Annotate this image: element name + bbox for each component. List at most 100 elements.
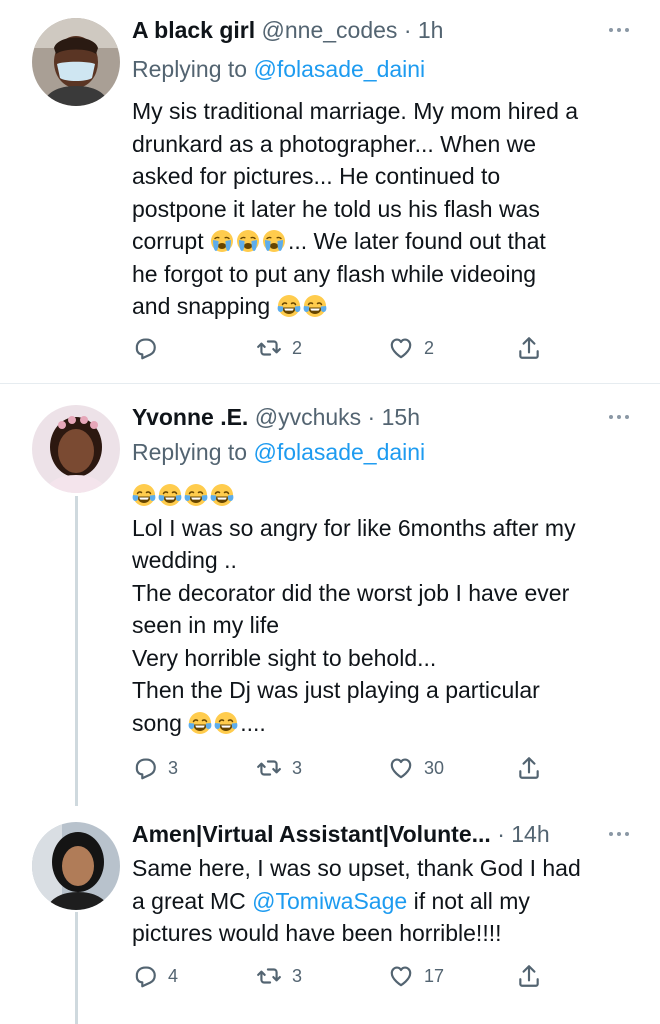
retweet-icon — [256, 335, 282, 361]
text-line-with-emoji: corrupt ... We later found out that — [132, 225, 642, 258]
text-line: seen in my life — [132, 612, 280, 638]
laughing-emoji-icon — [210, 483, 234, 507]
retweet-button[interactable]: 3 — [256, 752, 302, 784]
avatar[interactable] — [32, 405, 120, 493]
text-fragment: if not all my — [413, 887, 530, 914]
reply-button[interactable] — [132, 332, 168, 364]
text-line: Lol I was so angry for like 6months afte… — [132, 514, 576, 541]
mention-link[interactable]: @folasade_daini — [253, 439, 425, 465]
laughing-emoji-icon — [303, 294, 327, 318]
like-button[interactable]: 2 — [388, 332, 434, 364]
text-line-with-mention: a great MC @TomiwaSage if not all my — [132, 885, 642, 918]
text-line: he forgot to put any flash while videoin… — [132, 260, 537, 287]
like-button[interactable]: 17 — [388, 960, 444, 992]
retweet-count: 2 — [292, 337, 303, 358]
retweet-button[interactable]: 3 — [256, 960, 302, 992]
share-icon — [516, 335, 542, 361]
tweet-actions: 2 2 — [132, 332, 552, 364]
more-icon[interactable] — [604, 816, 634, 852]
author-name[interactable]: Yvonne .E. — [132, 404, 248, 430]
share-button[interactable] — [516, 960, 542, 992]
laughing-emoji-icon — [277, 294, 301, 318]
retweet-count: 3 — [292, 757, 303, 778]
separator-dot: · — [497, 821, 505, 847]
reply-button[interactable]: 4 — [132, 960, 178, 992]
author-handle[interactable]: @yvchuks — [255, 404, 361, 430]
text-line-with-emoji: song .... — [132, 707, 642, 740]
replying-to-label: Replying to — [132, 439, 248, 465]
avatar[interactable] — [32, 822, 120, 910]
reply-icon — [132, 963, 158, 989]
text-line: Very horrible sight to behold... — [132, 644, 437, 671]
text-line: asked for pictures... He continued to — [132, 163, 501, 189]
timestamp[interactable]: 15h — [382, 404, 420, 430]
like-button[interactable]: 30 — [388, 752, 444, 784]
replying-to-line: Replying to @folasade_daini — [132, 52, 425, 86]
text-fragment: and snapping — [132, 293, 271, 319]
text-fragment: corrupt — [132, 228, 204, 254]
text-fragment: ... We later found out that — [287, 228, 546, 254]
tweet-text: Same here, I was so upset, thank God I h… — [132, 852, 642, 950]
heart-icon — [388, 963, 414, 989]
crying-emoji-icon — [262, 229, 286, 253]
share-button[interactable] — [516, 752, 542, 784]
author-handle[interactable]: @nne_codes — [262, 17, 398, 43]
retweet-icon — [256, 755, 282, 781]
reply-count: 3 — [168, 757, 179, 778]
more-icon[interactable] — [604, 399, 634, 435]
text-line: My sis traditional marriage. My mom hire… — [132, 98, 579, 124]
avatar[interactable] — [32, 18, 120, 106]
replying-to-line: Replying to @folasade_daini — [132, 435, 425, 469]
mention-link[interactable]: @TomiwaSage — [252, 888, 407, 914]
separator-dot: · — [403, 17, 412, 43]
like-count: 30 — [424, 757, 445, 778]
retweet-icon — [256, 963, 282, 989]
text-line-with-emoji: and snapping — [132, 290, 642, 323]
text-line: Same here, I was so upset, thank God I h… — [132, 855, 581, 881]
tweet-1[interactable]: A black girl @nne_codes · 1h Replying to… — [0, 0, 660, 383]
like-count: 2 — [424, 337, 435, 358]
laughing-emoji-icon — [188, 711, 212, 735]
tweet-actions: 3 3 30 — [132, 752, 552, 784]
text-line: wedding .. — [132, 547, 237, 573]
replying-to-label: Replying to — [132, 56, 248, 82]
tweet-text: My sis traditional marriage. My mom hire… — [132, 95, 642, 323]
reply-icon — [132, 755, 158, 781]
reply-icon — [132, 335, 158, 361]
separator-dot: · — [367, 404, 376, 430]
laughing-emoji-icon — [184, 483, 208, 507]
tweet-text: Lol I was so angry for like 6months afte… — [132, 479, 642, 739]
text-line: The decorator did the worst job I have e… — [132, 579, 570, 606]
like-count: 17 — [424, 965, 445, 986]
tweet-2[interactable]: Yvonne .E. @yvchuks · 15h Replying to @f… — [0, 384, 660, 804]
author-name[interactable]: Amen|Virtual Assistant|Volunte... — [132, 821, 491, 847]
share-icon — [516, 755, 542, 781]
text-line: Then the Dj was just playing a particula… — [132, 677, 540, 703]
crying-emoji-icon — [236, 229, 260, 253]
laughing-emoji-icon — [158, 483, 182, 507]
text-line: pictures would have been horrible!!!! — [132, 920, 502, 946]
emoji-line — [132, 479, 642, 512]
tweet-actions: 4 3 17 — [132, 960, 552, 992]
reply-button[interactable]: 3 — [132, 752, 178, 784]
author-name[interactable]: A black girl — [132, 17, 255, 43]
more-icon[interactable] — [604, 12, 634, 48]
heart-icon — [388, 335, 414, 361]
text-fragment: a great MC — [132, 887, 246, 914]
share-icon — [516, 963, 542, 989]
share-button[interactable] — [516, 332, 542, 364]
reply-count: 4 — [168, 965, 179, 986]
text-fragment: song — [132, 709, 182, 736]
mention-link[interactable]: @folasade_daini — [253, 56, 425, 82]
text-line: postpone it later he told us his flash w… — [132, 195, 540, 222]
tweet-3[interactable]: Amen|Virtual Assistant|Volunte... · 14h … — [0, 806, 660, 1024]
crying-emoji-icon — [210, 229, 234, 253]
text-line: drunkard as a photographer... When we — [132, 130, 537, 157]
retweet-button[interactable]: 2 — [256, 332, 302, 364]
laughing-emoji-icon — [132, 483, 156, 507]
laughing-emoji-icon — [214, 711, 238, 735]
heart-icon — [388, 755, 414, 781]
timestamp[interactable]: 14h — [511, 821, 549, 847]
timestamp[interactable]: 1h — [418, 17, 444, 43]
text-fragment: .... — [240, 709, 266, 736]
